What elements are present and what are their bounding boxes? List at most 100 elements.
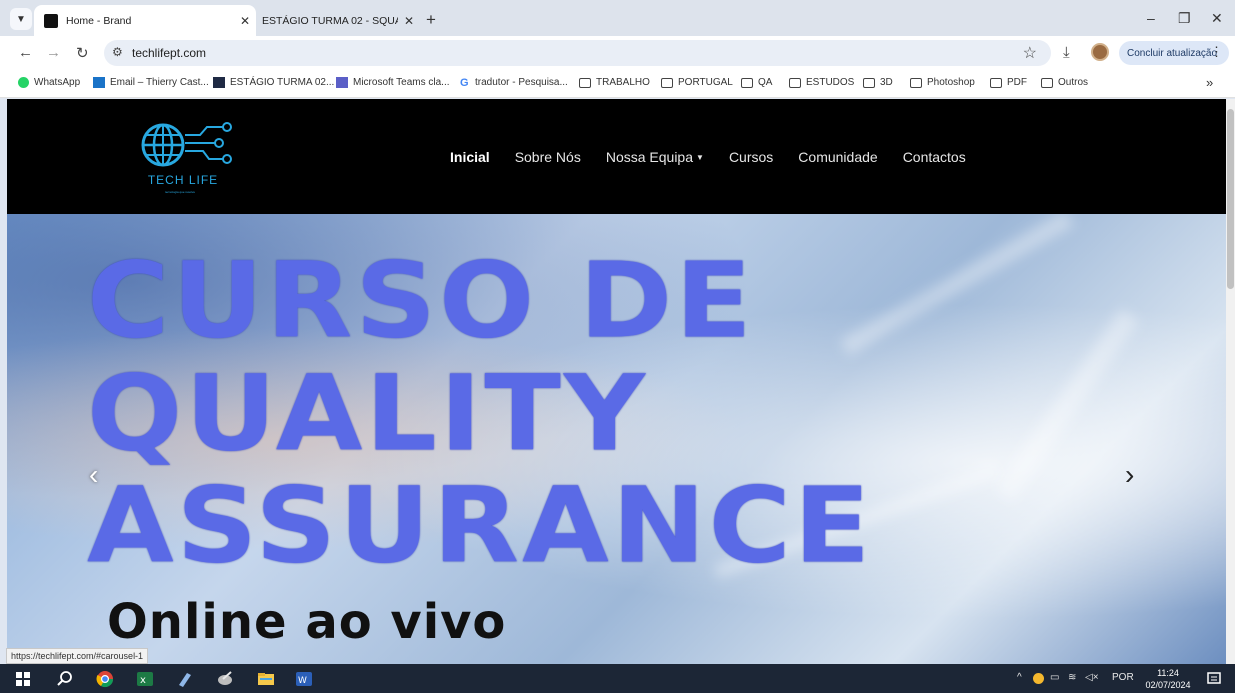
background-light-streak (839, 214, 1075, 356)
bookmark-label: PDF (1007, 77, 1027, 88)
taskbar-clock[interactable]: 11:24 02/07/2024 (1143, 667, 1193, 691)
nav-link-nossa-equipa[interactable]: Nossa Equipa ▼ (606, 149, 704, 165)
bookmark-label: PORTUGAL (678, 77, 733, 88)
nav-link-sobre-nos[interactable]: Sobre Nós (515, 149, 581, 165)
bookmark-estudos[interactable]: ESTUDOS (789, 77, 854, 88)
carousel-prev-icon[interactable]: ‹ (89, 459, 98, 491)
windows-taskbar: x W ^ ▭ ≋ ◁× POR 11:24 02/07/2024 (0, 664, 1235, 693)
clock-time: 11:24 (1157, 668, 1179, 678)
language-indicator[interactable]: POR (1112, 672, 1134, 683)
url-text: techlifept.com (132, 46, 207, 60)
wifi-icon[interactable]: ≋ (1068, 672, 1076, 683)
close-tab-icon[interactable]: ✕ (398, 14, 420, 28)
bookmark-portugal[interactable]: PORTUGAL (661, 77, 733, 88)
back-arrow-icon[interactable]: ← (18, 44, 33, 61)
bookmark-outros[interactable]: Outros (1041, 77, 1088, 88)
bookmark-trabalho[interactable]: TRABALHO (579, 77, 650, 88)
bookmark-whatsapp[interactable]: WhatsApp (18, 77, 80, 88)
nav-link-contactos[interactable]: Contactos (903, 149, 966, 165)
update-button-label: Concluir atualização (1127, 47, 1218, 59)
notes-icon[interactable] (176, 670, 194, 688)
logo-text: TECH LIFE (147, 173, 219, 187)
reload-icon[interactable]: ↻ (76, 44, 89, 62)
update-button[interactable]: Concluir atualização ⋮ (1119, 41, 1229, 65)
forward-arrow-icon[interactable]: → (46, 44, 61, 61)
word-icon[interactable]: W (295, 670, 313, 688)
teams-icon (336, 77, 348, 88)
site-favicon-icon (44, 13, 58, 28)
bookmark-tradutor[interactable]: G tradutor - Pesquisa... (460, 77, 568, 89)
folder-icon (789, 77, 801, 88)
tab-home-brand[interactable]: Home - Brand ✕ (34, 5, 256, 36)
bookmark-label: Outros (1058, 77, 1089, 88)
address-bar[interactable]: ⚙ techlifept.com ☆ (104, 40, 1051, 66)
bookmark-label: WhatsApp (34, 77, 81, 88)
tray-app-icon[interactable] (1033, 673, 1044, 684)
tray-overflow-icon[interactable]: ^ (1017, 672, 1022, 683)
site-navbar: TECH LIFE tecnologia que resolve Inicial… (7, 99, 1226, 214)
background-light-streak (994, 308, 1140, 502)
hero-subtitle: Online ao vivo (107, 594, 507, 650)
kebab-menu-icon[interactable]: ⋮ (1210, 44, 1223, 60)
globe-circuit-icon (141, 122, 232, 167)
site-info-icon[interactable]: ⚙ (112, 45, 123, 59)
close-tab-icon[interactable]: ✕ (234, 14, 256, 28)
site-logo[interactable]: TECH LIFE tecnologia que resolve (135, 117, 245, 197)
bookmark-qa[interactable]: QA (741, 77, 772, 88)
browser-toolbar: ← → ↻ ⚙ techlifept.com ☆ (0, 36, 1235, 70)
paint-icon[interactable] (216, 670, 234, 688)
bookmark-label: ESTÁGIO TURMA 02... (230, 77, 335, 88)
nav-link-comunidade[interactable]: Comunidade (798, 149, 877, 165)
bookmark-label: 3D (880, 77, 893, 88)
notifications-icon[interactable] (1207, 672, 1221, 686)
bookmark-teams[interactable]: Microsoft Teams cla... (336, 77, 450, 88)
minimize-button[interactable]: – (1147, 10, 1155, 26)
bookmark-3d[interactable]: 3D (863, 77, 893, 88)
main-nav: Inicial Sobre Nós Nossa Equipa ▼ Cursos C… (450, 149, 991, 165)
svg-text:W: W (298, 676, 307, 686)
bookmarks-overflow-button[interactable]: » (1206, 75, 1213, 90)
nav-link-label: Nossa Equipa (605, 149, 694, 165)
folder-icon (741, 77, 753, 88)
bookmarks-bar: WhatsApp Email – Thierry Cast... ESTÁGIO… (0, 70, 1235, 98)
bookmark-star-icon[interactable]: ☆ (1023, 43, 1037, 63)
trello-icon (213, 77, 225, 88)
folder-icon (910, 77, 922, 88)
file-explorer-icon[interactable] (257, 670, 275, 688)
tab-title: ESTÁGIO TURMA 02 - SQUAD T (262, 14, 398, 27)
bookmark-label: Microsoft Teams cla... (353, 77, 450, 88)
nav-link-inicial[interactable]: Inicial (450, 149, 490, 165)
search-icon[interactable] (56, 670, 74, 688)
bookmark-label: Email – Thierry Cast... (110, 77, 209, 88)
webpage-viewport: TECH LIFE tecnologia que resolve Inicial… (7, 99, 1226, 664)
bookmark-label: tradutor - Pesquisa... (475, 77, 568, 88)
avatar[interactable] (1091, 43, 1109, 61)
bookmark-label: TRABALHO (596, 77, 650, 88)
bookmark-photoshop[interactable]: Photoshop (910, 77, 975, 88)
tab-estagio[interactable]: ESTÁGIO TURMA 02 - SQUAD T ✕ (230, 5, 420, 36)
download-icon[interactable]: ⤓ (1063, 44, 1070, 61)
close-window-button[interactable]: ✕ (1211, 10, 1223, 27)
clock-date: 02/07/2024 (1145, 680, 1191, 690)
bookmark-pdf[interactable]: PDF (990, 77, 1027, 88)
hero-title-line-3: ASSURANCE (87, 465, 874, 587)
bookmark-email[interactable]: Email – Thierry Cast... (93, 77, 209, 88)
chrome-icon[interactable] (96, 670, 114, 688)
restore-button[interactable]: ❐ (1178, 10, 1191, 27)
bookmark-label: Photoshop (927, 77, 975, 88)
bookmark-label: ESTUDOS (806, 77, 855, 88)
scrollbar-thumb[interactable] (1227, 109, 1234, 289)
windows-start-icon[interactable] (14, 670, 32, 688)
svg-text:x: x (140, 675, 146, 686)
excel-icon[interactable]: x (136, 670, 154, 688)
bookmark-estagio[interactable]: ESTÁGIO TURMA 02... (213, 77, 334, 88)
carousel-next-icon[interactable]: › (1125, 459, 1134, 491)
new-tab-button[interactable]: + (426, 10, 436, 30)
nav-link-cursos[interactable]: Cursos (729, 149, 773, 165)
volume-muted-icon[interactable]: ◁× (1085, 672, 1099, 683)
whatsapp-icon (18, 77, 29, 88)
chevron-down-icon: ▼ (16, 13, 26, 25)
network-icon[interactable]: ▭ (1050, 672, 1059, 683)
tab-search-button[interactable]: ▼ (10, 8, 32, 30)
page-scrollbar[interactable] (1226, 99, 1235, 664)
